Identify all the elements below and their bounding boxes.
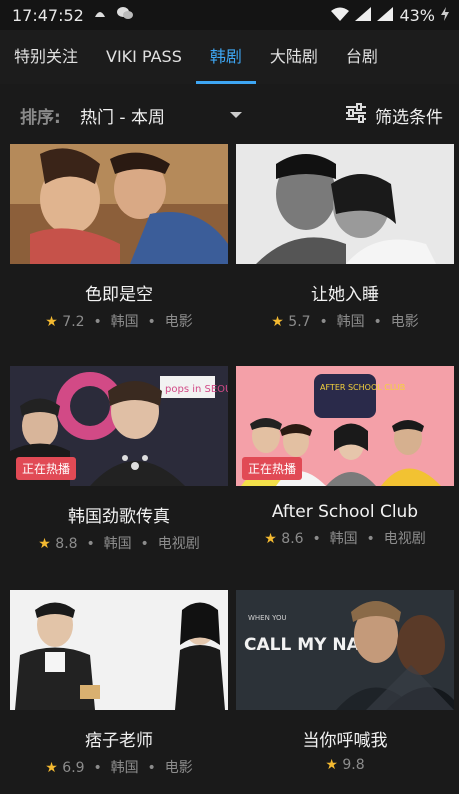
content-type: 电影 [390,314,419,330]
wifi-icon [331,6,350,25]
video-card[interactable]: WHEN YOU CALL MY NAME 当你呼喊我 ★ 9.8 [236,590,454,773]
separator: • [312,531,321,547]
video-title[interactable]: 韩国劲歌传真 [10,502,228,527]
filter-button[interactable]: 筛选条件 [345,102,443,128]
star-icon: ★ [264,531,277,547]
filter-label: 筛选条件 [375,107,443,128]
video-meta: ★ 6.9 • 韩国 • 电影 [10,757,228,777]
poster-small-text: WHEN YOU [248,614,287,622]
rating: 7.2 [62,314,85,330]
video-meta: ★ 7.2 • 韩国 • 电影 [10,311,228,331]
star-icon: ★ [45,760,58,776]
video-card[interactable]: 让她入睡 ★ 5.7 • 韩国 • 电影 [236,144,454,331]
battery-text: 43% [399,5,435,25]
charging-icon [441,6,449,25]
video-card[interactable]: AFTER SCHOOL CLUB 正在热播 After School Club… [236,366,454,548]
tab-mainland-drama[interactable]: 大陆剧 [256,30,332,84]
status-time: 17:47:52 [12,5,84,25]
content-type: 电影 [164,760,193,776]
star-icon: ★ [45,314,58,330]
tab-korean-drama[interactable]: 韩剧 [195,30,256,84]
now-airing-badge: 正在热播 [242,457,303,480]
tab-taiwan-drama[interactable]: 台剧 [332,30,392,84]
app-notification-icon [92,5,108,25]
separator: • [373,314,382,330]
content-type: 电视剧 [157,536,200,552]
video-card[interactable]: 色即是空 ★ 7.2 • 韩国 • 电影 [10,144,228,331]
video-title[interactable]: 痞子老师 [10,726,228,751]
pops-logo-text: pops in SEOUL [165,384,228,395]
dropdown-arrow-icon[interactable] [230,112,242,118]
star-icon: ★ [38,536,51,552]
country: 韩国 [103,536,132,552]
signal-icon-2 [377,6,394,25]
separator: • [366,531,375,547]
separator: • [86,536,95,552]
category-tabs: 特别关注 VIKI PASS 韩剧 大陆剧 台剧 [0,30,459,84]
video-title[interactable]: 让她入睡 [236,280,454,305]
country: 韩国 [336,314,365,330]
video-meta: ★ 8.8 • 韩国 • 电视剧 [10,533,228,553]
content-type: 电视剧 [383,531,426,547]
country: 韩国 [110,760,139,776]
now-airing-badge: 正在热播 [16,457,77,480]
country: 韩国 [329,531,358,547]
content-type: 电影 [164,314,193,330]
rating: 5.7 [288,314,311,330]
signal-icon-1 [355,6,372,25]
separator: • [319,314,328,330]
country: 韩国 [110,314,139,330]
separator: • [93,314,102,330]
video-thumbnail[interactable]: WHEN YOU CALL MY NAME [236,590,454,710]
separator: • [140,536,149,552]
video-title[interactable]: 当你呼喊我 [236,726,454,751]
rating: 8.6 [281,531,304,547]
rating: 8.8 [55,536,78,552]
video-thumbnail[interactable]: pops in SEOUL 正在热播 [10,366,228,486]
star-icon: ★ [325,757,338,773]
video-card[interactable]: pops in SEOUL 正在热播 韩国劲歌传真 ★ 8.8 • 韩国 • 电… [10,366,228,553]
star-icon: ★ [271,314,284,330]
separator: • [147,760,156,776]
video-thumbnail[interactable] [236,144,454,264]
rating: 6.9 [62,760,85,776]
separator: • [93,760,102,776]
rating: 9.8 [342,757,365,773]
video-thumbnail[interactable]: AFTER SCHOOL CLUB 正在热播 [236,366,454,486]
separator: • [147,314,156,330]
video-meta: ★ 9.8 [236,757,454,773]
video-card[interactable]: 痞子老师 ★ 6.9 • 韩国 • 电影 [10,590,228,777]
filter-icon [345,102,367,128]
status-bar: 17:47:52 43% [0,0,459,30]
video-meta: ★ 8.6 • 韩国 • 电视剧 [236,528,454,548]
sort-bar: 排序: 热门 - 本周 筛选条件 [0,90,459,140]
video-title[interactable]: After School Club [236,502,454,522]
video-title[interactable]: 色即是空 [10,280,228,305]
sort-dropdown[interactable]: 热门 - 本周 [80,103,165,128]
video-thumbnail[interactable] [10,144,228,264]
video-meta: ★ 5.7 • 韩国 • 电影 [236,311,454,331]
tab-following[interactable]: 特别关注 [0,30,92,84]
wechat-icon [116,5,134,25]
tab-viki-pass[interactable]: VIKI PASS [92,30,196,84]
sort-label: 排序: [20,107,61,128]
video-thumbnail[interactable] [10,590,228,710]
after-school-logo-text: AFTER SCHOOL CLUB [320,383,405,392]
